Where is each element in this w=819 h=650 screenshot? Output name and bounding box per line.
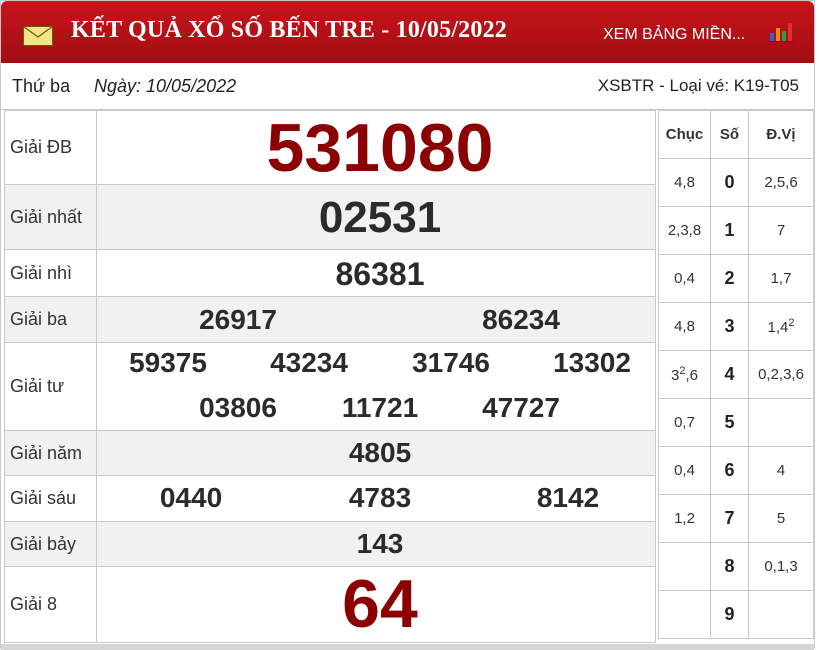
prize-numbers: 531080	[96, 110, 656, 186]
prize-label: Giải sáu	[4, 475, 97, 522]
prize-label: Giải ba	[4, 296, 97, 343]
loto-tens: 2,3,8	[658, 206, 711, 255]
prize-label: Giải tư	[4, 342, 97, 431]
prize-number: 47727	[482, 392, 560, 423]
loto-digit: 6	[710, 446, 749, 495]
view-region-table-link[interactable]: XEM BẢNG MIỀN...	[603, 26, 745, 44]
prize-number: 02531	[318, 193, 442, 242]
loto-digit: 1	[710, 206, 749, 255]
prize-numbers: 143	[96, 521, 656, 567]
prize-number: 03806	[199, 392, 277, 423]
prize-number: 8142	[536, 482, 600, 513]
loto-units: 5	[748, 494, 814, 543]
prize-number: 59375	[129, 347, 207, 378]
loto-units-text: 1,4	[767, 319, 789, 336]
loto-digit: 9	[710, 590, 749, 639]
prize-number: 13302	[553, 347, 631, 378]
loto-header-tens: Chục	[658, 110, 711, 159]
loto-units: 1,7	[748, 254, 814, 303]
loto-units	[748, 398, 814, 447]
prize-numbers: 4805	[96, 430, 656, 476]
prize-label: Giải năm	[4, 430, 97, 476]
loto-tens: 4,8	[658, 302, 711, 351]
loto-units: 1,42	[748, 302, 814, 351]
prize-numbers: 64	[96, 566, 656, 643]
loto-header-digit: Số	[710, 110, 749, 159]
loto-tens: 4,8	[658, 158, 711, 207]
loto-digit: 5	[710, 398, 749, 447]
loto-tens: 0,4	[658, 254, 711, 303]
horizontal-scrollbar[interactable]	[1, 644, 814, 650]
loto-table: Chục Số Đ.Vị 4,8 0 2,5,6 2,3,8 1 7 0,4 2 1,7 4…	[658, 110, 814, 639]
prize-table: Giải ĐB 531080 Giải nhất 02531 Giải nhì …	[4, 110, 656, 643]
prize-number: 0440	[159, 482, 223, 513]
loto-units-sup: 2	[788, 317, 795, 329]
loto-units	[748, 590, 814, 639]
prize-number: 4783	[348, 482, 412, 513]
loto-units: 2,5,6	[748, 158, 814, 207]
loto-digit: 8	[710, 542, 749, 591]
prize-label: Giải nhì	[4, 249, 97, 297]
loto-digit: 0	[710, 158, 749, 207]
page-title: KẾT QUẢ XỔ SỐ BẾN TRE - 10/05/2022	[71, 17, 507, 43]
eighth-prize-number: 64	[342, 566, 418, 642]
prize-label: Giải bảy	[4, 521, 97, 567]
loto-tens-rest: ,6	[685, 367, 698, 384]
special-prize-number: 531080	[266, 110, 494, 186]
prize-numbers: 86381	[96, 249, 656, 297]
ticket-code: XSBTR - Loại vé: K19-T05	[597, 76, 799, 95]
loto-tens: 32,6	[658, 350, 711, 399]
loto-units: 7	[748, 206, 814, 255]
draw-date: Ngày: 10/05/2022	[94, 76, 237, 96]
loto-header-units: Đ.Vị	[748, 110, 814, 159]
weekday: Thứ ba	[12, 76, 71, 96]
prize-label: Giải 8	[4, 566, 97, 643]
draw-info-bar: Thứ ba Ngày: 10/05/2022 XSBTR - Loại vé:…	[1, 63, 814, 110]
prize-number: 31746	[412, 347, 490, 378]
prize-number: 11721	[341, 392, 419, 423]
loto-units: 0,1,3	[748, 542, 814, 591]
lottery-result-panel: KẾT QUẢ XỔ SỐ BẾN TRE - 10/05/2022 XEM B…	[0, 0, 815, 650]
loto-digit: 2	[710, 254, 749, 303]
loto-tens: 0,4	[658, 446, 711, 495]
prize-number: 43234	[270, 347, 348, 378]
prize-number: 86234	[482, 304, 560, 335]
prize-numbers: 59375 43234 31746 13302 03806 11721 4772…	[96, 342, 656, 431]
prize-label: Giải ĐB	[4, 110, 97, 185]
prize-numbers: 0440 4783 8142	[96, 475, 656, 522]
prize-number: 4805	[348, 437, 412, 468]
loto-units: 4	[748, 446, 814, 495]
loto-digit: 3	[710, 302, 749, 351]
prize-number: 143	[356, 528, 404, 559]
prize-numbers: 02531	[96, 184, 656, 250]
bar-chart-icon[interactable]	[766, 19, 796, 43]
mail-icon	[23, 26, 53, 46]
loto-tens	[658, 542, 711, 591]
loto-tens: 1,2	[658, 494, 711, 543]
prize-number: 26917	[199, 304, 277, 335]
loto-digit: 7	[710, 494, 749, 543]
result-header: KẾT QUẢ XỔ SỐ BẾN TRE - 10/05/2022 XEM B…	[1, 1, 814, 63]
prize-number: 86381	[335, 256, 425, 292]
loto-units: 0,2,3,6	[748, 350, 814, 399]
prize-label: Giải nhất	[4, 184, 97, 250]
loto-tens	[658, 590, 711, 639]
prize-numbers: 26917 86234	[96, 296, 656, 343]
loto-tens: 0,7	[658, 398, 711, 447]
loto-digit: 4	[710, 350, 749, 399]
